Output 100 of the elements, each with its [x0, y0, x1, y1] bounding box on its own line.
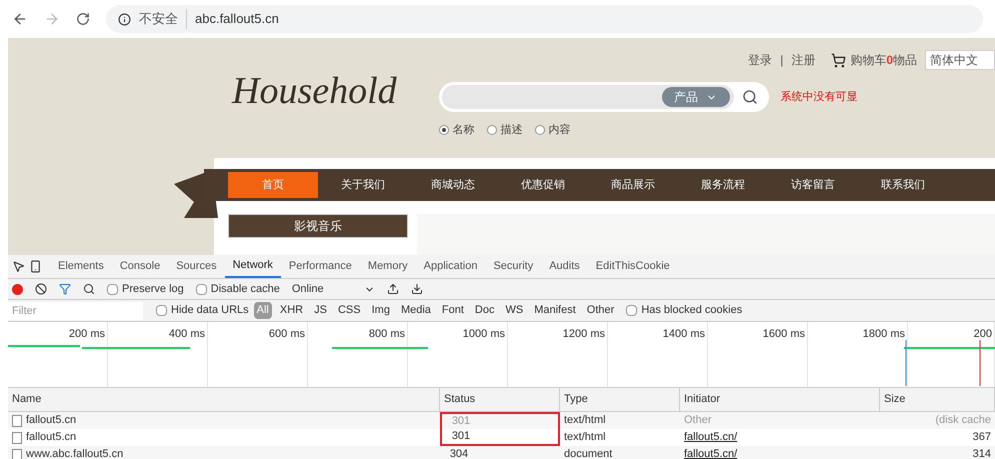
tick-label: 400 ms: [168, 328, 205, 340]
address-bar[interactable]: 不安全 abc.fallout5.cn: [106, 5, 983, 33]
size-cell: (disk cache: [935, 414, 991, 426]
type-cell: text/html: [564, 414, 606, 426]
type-filter[interactable]: Doc: [472, 302, 498, 319]
nav-tab[interactable]: 商城动态: [408, 172, 498, 198]
devtools-tab[interactable]: Sources: [168, 255, 225, 278]
throttling-select[interactable]: Online: [292, 280, 352, 298]
nav-tab[interactable]: 商品展示: [588, 172, 678, 198]
type-cell: text/html: [564, 431, 606, 444]
type-filter[interactable]: Font: [438, 302, 467, 319]
cart-icon[interactable]: [831, 52, 846, 68]
checkbox[interactable]: [626, 305, 638, 316]
tick-label: 1800 ms: [862, 328, 905, 340]
clear-icon[interactable]: [35, 283, 47, 295]
tick-label: 200: [974, 328, 992, 340]
nav-tab[interactable]: 联系我们: [858, 172, 948, 198]
nav-tab[interactable]: 关于我们: [318, 172, 408, 198]
search-icon[interactable]: [742, 89, 758, 105]
preserve-log-option[interactable]: Preserve log: [107, 280, 184, 298]
site-logo: Household: [232, 72, 397, 110]
devtools-tab[interactable]: EditThisCookie: [588, 255, 678, 278]
nav-tab[interactable]: 优惠促销: [498, 172, 588, 198]
column-header[interactable]: Type: [564, 391, 588, 408]
reload-icon[interactable]: [76, 12, 90, 26]
checkbox[interactable]: [107, 284, 118, 294]
hide-data-urls-option[interactable]: Hide data URLs: [156, 302, 249, 319]
devtools-tab[interactable]: Performance: [280, 255, 360, 278]
status-cell-text: 304: [448, 447, 470, 459]
devtools-tab[interactable]: Memory: [360, 255, 416, 278]
type-filter[interactable]: Media: [398, 302, 434, 319]
export-icon[interactable]: [410, 283, 423, 295]
nav-tab[interactable]: 服务流程: [678, 172, 768, 198]
type-filter[interactable]: Img: [368, 302, 393, 319]
devtools-tab[interactable]: Application: [416, 255, 486, 278]
initiator-cell: Other: [684, 414, 712, 426]
request-name: fallout5.cn: [26, 413, 76, 428]
tick-label: 1400 ms: [662, 328, 705, 340]
tick-label: 1600 ms: [762, 328, 805, 340]
type-filter[interactable]: JS: [311, 302, 330, 319]
cart-label: 购物车0物品: [850, 52, 917, 69]
search-field[interactable]: 产品: [438, 82, 769, 112]
size-cell: 367: [972, 431, 991, 444]
type-filter[interactable]: WS: [502, 302, 526, 319]
tick-label: 1200 ms: [562, 328, 605, 340]
import-icon[interactable]: [386, 283, 399, 295]
language-select[interactable]: 简体中文: [925, 50, 995, 70]
request-row[interactable]: fallout5.cn 301 text/html fallout5.cn/ 367: [8, 429, 995, 446]
search-option[interactable]: 描述: [486, 122, 523, 138]
column-header[interactable]: Name: [12, 391, 42, 408]
nav-tab[interactable]: 访客留言: [768, 172, 858, 198]
devtools-tab[interactable]: Network: [224, 255, 281, 278]
separator-text: |: [780, 52, 784, 69]
checkbox[interactable]: [196, 284, 207, 294]
url-text: abc.fallout5.cn: [186, 9, 279, 29]
file-icon: [12, 432, 22, 444]
radio-button[interactable]: [534, 125, 545, 136]
devtools-tab[interactable]: Audits: [541, 255, 588, 278]
login-link[interactable]: 登录: [748, 51, 772, 69]
inspect-icon[interactable]: [12, 260, 25, 273]
devtools-tab[interactable]: Security: [485, 255, 542, 278]
request-name: www.abc.fallout5.cn: [26, 447, 124, 459]
search-icon[interactable]: [83, 283, 95, 295]
back-icon[interactable]: [12, 11, 28, 27]
notice-text: 系统中没有可显: [780, 90, 858, 105]
column-header[interactable]: Initiator: [684, 391, 720, 408]
info-icon[interactable]: [118, 12, 131, 26]
type-filter[interactable]: Other: [584, 302, 618, 319]
type-filter[interactable]: XHR: [276, 302, 306, 319]
blocked-cookies-option[interactable]: Has blocked cookies: [626, 302, 742, 319]
file-icon: [12, 414, 22, 426]
filter-icon[interactable]: [59, 283, 71, 295]
record-icon[interactable]: [12, 284, 23, 294]
initiator-cell[interactable]: fallout5.cn/: [684, 431, 738, 444]
type-filter[interactable]: CSS: [334, 302, 364, 319]
devtools-tab[interactable]: Elements: [50, 255, 112, 278]
initiator-cell[interactable]: fallout5.cn/: [684, 448, 738, 459]
type-cell: document: [564, 448, 612, 459]
tick-label: 600 ms: [268, 328, 305, 340]
category-button[interactable]: 影视音乐: [228, 214, 408, 238]
devtools-tab[interactable]: Console: [112, 255, 168, 278]
disable-cache-option[interactable]: Disable cache: [196, 280, 280, 298]
search-option[interactable]: 名称: [438, 122, 475, 138]
security-warning: 不安全: [139, 10, 178, 28]
tick-label: 200 ms: [68, 328, 105, 340]
register-link[interactable]: 注册: [791, 51, 816, 69]
search-option[interactable]: 内容: [534, 122, 571, 138]
column-header[interactable]: Size: [884, 391, 906, 408]
size-cell: 314: [972, 448, 991, 459]
radio-button[interactable]: [486, 125, 497, 136]
category-dropdown[interactable]: 产品: [662, 87, 730, 107]
tick-label: 1000 ms: [462, 328, 505, 340]
column-header[interactable]: Status: [444, 391, 476, 408]
device-icon[interactable]: [29, 260, 42, 273]
checkbox[interactable]: [156, 305, 167, 316]
type-filter[interactable]: Manifest: [531, 302, 579, 319]
file-icon: [12, 448, 22, 459]
radio-button[interactable]: [438, 125, 449, 136]
tick-label: 800 ms: [368, 328, 405, 340]
filter-field[interactable]: Filter: [8, 302, 143, 320]
